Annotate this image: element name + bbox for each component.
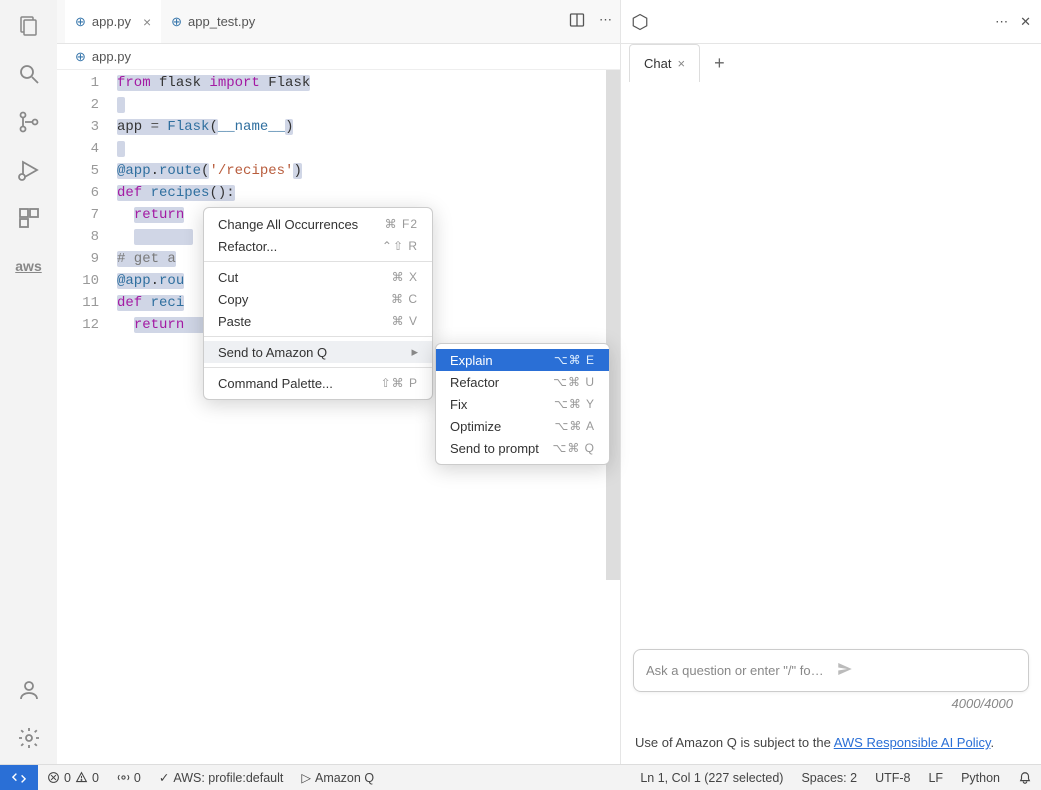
aws-icon[interactable]: aws [15, 252, 43, 280]
overview-ruler [606, 70, 620, 580]
send-icon[interactable] [836, 660, 1016, 681]
code-line[interactable]: def recipes(): [117, 182, 620, 204]
chat-input-placeholder: Ask a question or enter "/" for quick ac… [646, 663, 826, 678]
close-icon[interactable]: × [677, 56, 685, 71]
chat-char-counter: 4000/4000 [633, 692, 1029, 719]
breadcrumb-file: app.py [92, 49, 131, 64]
status-bar: 0 0 0 ✓AWS: profile:default ▷Amazon Q Ln… [0, 764, 1041, 790]
status-eol[interactable]: LF [919, 771, 952, 785]
breadcrumb[interactable]: ⊕ app.py [57, 44, 620, 70]
context-menu-item[interactable]: Cut⌘ X [204, 266, 432, 288]
accounts-icon[interactable] [15, 676, 43, 704]
status-amazon-q[interactable]: ▷Amazon Q [292, 770, 383, 785]
context-submenu-item[interactable]: Fix⌥⌘ Y [436, 393, 609, 415]
context-menu-item[interactable]: Refactor...⌃⇧ R [204, 235, 432, 257]
chat-panel-header: ⋯ ✕ [621, 0, 1041, 44]
run-debug-icon[interactable] [15, 156, 43, 184]
code-line[interactable]: from flask import Flask [117, 72, 620, 94]
context-submenu-item[interactable]: Send to prompt⌥⌘ Q [436, 437, 609, 459]
tab-label: app.py [92, 14, 131, 29]
context-menu-item[interactable]: Command Palette...⇧⌘ P [204, 372, 432, 394]
search-icon[interactable] [15, 60, 43, 88]
code-line[interactable]: app = Flask(__name__) [117, 116, 620, 138]
remote-indicator[interactable] [0, 765, 38, 790]
status-problems[interactable]: 0 0 [38, 771, 108, 785]
activity-bar: aws [0, 0, 57, 764]
context-menu-item[interactable]: Copy⌘ C [204, 288, 432, 310]
chat-tab[interactable]: Chat × [629, 44, 700, 82]
chat-messages-area [621, 82, 1041, 639]
code-line[interactable] [117, 94, 620, 116]
amazon-q-panel: ⋯ ✕ Chat × + Ask a question or enter "/"… [621, 0, 1041, 764]
editor-tab-bar: ⊕ app.py × ⊕ app_test.py ⋯ [57, 0, 620, 44]
code-line[interactable] [117, 138, 620, 160]
code-line[interactable]: @app.route('/recipes') [117, 160, 620, 182]
source-control-icon[interactable] [15, 108, 43, 136]
status-indent[interactable]: Spaces: 2 [792, 771, 866, 785]
status-ports[interactable]: 0 [108, 771, 150, 785]
context-menu-item[interactable]: Change All Occurrences⌘ F2 [204, 213, 432, 235]
close-icon[interactable]: × [143, 14, 151, 30]
close-panel-icon[interactable]: ✕ [1020, 14, 1031, 30]
context-menu-item[interactable]: Send to Amazon Q▸ [204, 341, 432, 363]
settings-gear-icon[interactable] [15, 724, 43, 752]
responsible-ai-link[interactable]: AWS Responsible AI Policy [834, 735, 991, 750]
python-icon: ⊕ [75, 49, 86, 65]
status-encoding[interactable]: UTF-8 [866, 771, 919, 785]
status-aws-profile[interactable]: ✓AWS: profile:default [150, 770, 293, 785]
extensions-icon[interactable] [15, 204, 43, 232]
chat-tab-bar: Chat × + [621, 44, 1041, 82]
status-notifications-icon[interactable] [1009, 771, 1041, 785]
line-gutter: 123456789101112 [57, 70, 117, 764]
new-chat-tab-button[interactable]: + [706, 53, 733, 74]
chat-tab-label: Chat [644, 56, 671, 71]
chat-input[interactable]: Ask a question or enter "/" for quick ac… [633, 649, 1029, 692]
context-submenu-item[interactable]: Refactor⌥⌘ U [436, 371, 609, 393]
context-submenu[interactable]: Explain⌥⌘ ERefactor⌥⌘ UFix⌥⌘ YOptimize⌥⌘… [435, 343, 610, 465]
explorer-icon[interactable] [15, 12, 43, 40]
tab-label: app_test.py [188, 14, 255, 29]
amazon-q-icon [631, 13, 649, 31]
python-icon: ⊕ [171, 14, 182, 30]
more-actions-icon[interactable]: ⋯ [995, 14, 1008, 30]
context-menu[interactable]: Change All Occurrences⌘ F2Refactor...⌃⇧ … [203, 207, 433, 400]
python-icon: ⊕ [75, 14, 86, 30]
context-menu-item[interactable]: Paste⌘ V [204, 310, 432, 332]
tab-app-test-py[interactable]: ⊕ app_test.py [161, 0, 265, 43]
context-submenu-item[interactable]: Explain⌥⌘ E [436, 349, 609, 371]
status-language[interactable]: Python [952, 771, 1009, 785]
more-actions-icon[interactable]: ⋯ [599, 12, 612, 31]
split-editor-icon[interactable] [569, 12, 585, 31]
tab-app-py[interactable]: ⊕ app.py × [65, 0, 161, 43]
context-submenu-item[interactable]: Optimize⌥⌘ A [436, 415, 609, 437]
chat-footer: Use of Amazon Q is subject to the AWS Re… [621, 729, 1041, 764]
status-cursor-position[interactable]: Ln 1, Col 1 (227 selected) [631, 771, 792, 785]
